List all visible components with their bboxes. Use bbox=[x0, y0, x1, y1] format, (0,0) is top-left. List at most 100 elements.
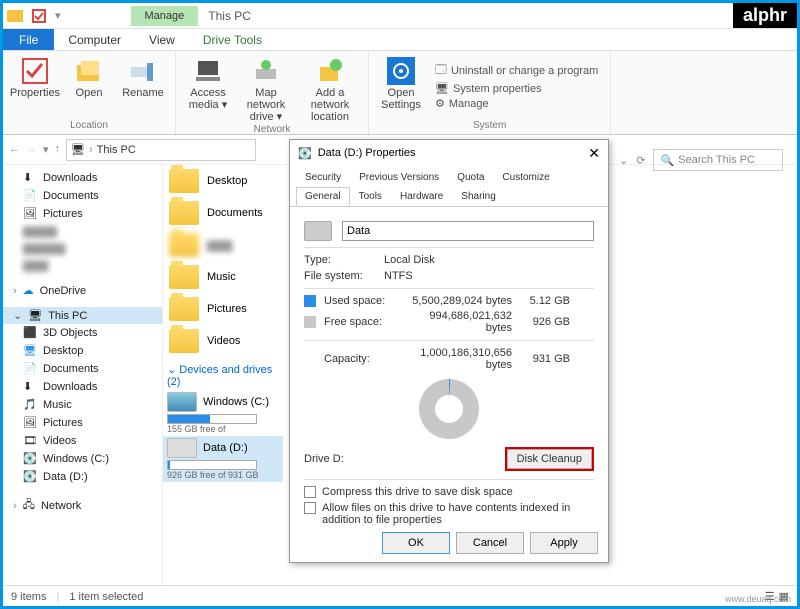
uninstall-label: Uninstall or change a program bbox=[451, 65, 598, 77]
folder-documents[interactable]: Documents bbox=[163, 197, 283, 229]
tab-general[interactable]: General bbox=[296, 187, 350, 206]
back-button[interactable]: ← bbox=[9, 143, 20, 156]
open-icon bbox=[75, 57, 103, 85]
capacity-label: Capacity: bbox=[324, 353, 394, 365]
ok-button[interactable]: OK bbox=[382, 532, 450, 554]
nav-pictures[interactable]: 🖼Pictures bbox=[3, 205, 162, 223]
cancel-button[interactable]: Cancel bbox=[456, 532, 524, 554]
nav-blurred-2[interactable]: ▇▇▇▇▇ bbox=[3, 240, 162, 257]
free-label: Free space: bbox=[324, 316, 394, 328]
folder-icon bbox=[169, 297, 199, 321]
tab-customize[interactable]: Customize bbox=[493, 168, 558, 187]
free-swatch bbox=[304, 316, 316, 328]
tab-file[interactable]: File bbox=[3, 29, 54, 50]
used-swatch bbox=[304, 295, 316, 307]
section-devices-drives[interactable]: ⌄ Devices and drives (2) bbox=[163, 357, 283, 390]
addr-dropdown-icon[interactable]: ⌄ bbox=[619, 154, 628, 167]
folder-videos-label: Videos bbox=[207, 335, 240, 347]
sysprops-label: System properties bbox=[453, 83, 542, 95]
nav-3d-objects[interactable]: ⬛3D Objects bbox=[3, 324, 162, 342]
forward-button[interactable]: → bbox=[26, 143, 37, 156]
address-bar[interactable]: 🖥 › This PC bbox=[66, 139, 256, 161]
folder-documents-label: Documents bbox=[207, 207, 263, 219]
fs-value: NTFS bbox=[384, 270, 413, 282]
drive-data-d[interactable]: Data (D:) 926 GB free of 931 GB bbox=[163, 436, 283, 482]
folder-desktop[interactable]: Desktop bbox=[163, 165, 283, 197]
nav-music[interactable]: 🎵Music bbox=[3, 396, 162, 414]
folder-icon bbox=[169, 169, 199, 193]
nav-blurred-3[interactable]: ▇▇▇ bbox=[3, 257, 162, 274]
drive-name-input[interactable] bbox=[342, 221, 594, 241]
folder-music[interactable]: Music bbox=[163, 261, 283, 293]
fs-label: File system: bbox=[304, 270, 374, 282]
desktop-icon: 🖥 bbox=[23, 344, 37, 358]
nav-downloads2[interactable]: ⬇Downloads bbox=[3, 378, 162, 396]
map-drive-button[interactable]: Map network drive ▾ bbox=[236, 53, 296, 123]
folder-icon bbox=[169, 329, 199, 353]
compress-checkbox[interactable] bbox=[304, 486, 316, 498]
nav-data-d[interactable]: 💽Data (D:) bbox=[3, 468, 162, 486]
up-button[interactable]: ↑ bbox=[55, 143, 61, 156]
index-checkbox[interactable] bbox=[304, 502, 316, 514]
properties-button[interactable]: Properties bbox=[9, 53, 61, 99]
tab-drive-tools[interactable]: Drive Tools bbox=[189, 29, 276, 50]
access-media-button[interactable]: Access media ▾ bbox=[182, 53, 234, 111]
network-icon: 🖧 bbox=[23, 496, 35, 515]
manage-button[interactable]: ⚙Manage bbox=[435, 97, 598, 110]
add-location-button[interactable]: Add a network location bbox=[298, 53, 362, 123]
used-label: Used space: bbox=[324, 295, 394, 307]
nav-desktop[interactable]: 🖥 Desktop bbox=[3, 342, 162, 360]
drive-windows-c[interactable]: Windows (C:) 155 GB free of bbox=[163, 390, 283, 436]
documents-icon: 📄 bbox=[23, 362, 37, 376]
tab-tools[interactable]: Tools bbox=[350, 187, 391, 206]
rename-button[interactable]: Rename bbox=[117, 53, 169, 99]
settings-icon bbox=[387, 57, 415, 85]
recent-dropdown[interactable]: ▾ bbox=[43, 143, 49, 156]
nav-desktop-label: Desktop bbox=[43, 345, 83, 357]
apply-button[interactable]: Apply bbox=[530, 532, 598, 554]
rename-label: Rename bbox=[122, 87, 164, 99]
capacity-human: 931 GB bbox=[520, 353, 570, 365]
tab-hardware[interactable]: Hardware bbox=[391, 187, 452, 206]
type-value: Local Disk bbox=[384, 254, 435, 266]
folder-blurred[interactable]: ▇▇▇ bbox=[163, 229, 283, 261]
drive-icon: 💽 bbox=[23, 452, 37, 466]
refresh-button[interactable]: ⟳ bbox=[636, 154, 645, 167]
dialog-close-button[interactable]: ✕ bbox=[588, 145, 600, 162]
nav-blurred-1[interactable]: ▇▇▇▇ bbox=[3, 223, 162, 240]
nav-network[interactable]: ›🖧Network bbox=[3, 494, 162, 517]
nav-onedrive[interactable]: ›☁OneDrive bbox=[3, 282, 162, 299]
system-properties-button[interactable]: 🖥System properties bbox=[435, 82, 598, 95]
uninstall-icon: 🗔 bbox=[435, 61, 447, 80]
properties-icon bbox=[21, 57, 49, 85]
disk-cleanup-button[interactable]: Disk Cleanup bbox=[505, 447, 594, 471]
open-button[interactable]: Open bbox=[63, 53, 115, 99]
folder-videos[interactable]: Videos bbox=[163, 325, 283, 357]
nav-documents[interactable]: 📄Documents bbox=[3, 187, 162, 205]
qat-properties-icon[interactable] bbox=[31, 8, 47, 24]
qat-dropdown-icon[interactable]: ▾ bbox=[55, 9, 61, 22]
pc-icon: 🖥 bbox=[71, 143, 85, 156]
nav-pictures2[interactable]: 🖼Pictures bbox=[3, 414, 162, 432]
drive-d-sub: 926 GB free of 931 GB bbox=[167, 470, 279, 480]
nav-documents2[interactable]: 📄Documents bbox=[3, 360, 162, 378]
tab-previous-versions[interactable]: Previous Versions bbox=[350, 168, 448, 187]
tab-security[interactable]: Security bbox=[296, 168, 350, 187]
nav-this-pc[interactable]: ⌄🖥This PC bbox=[3, 307, 162, 324]
contextual-tab-manage[interactable]: Manage bbox=[131, 6, 199, 26]
tab-quota[interactable]: Quota bbox=[448, 168, 493, 187]
nav-downloads[interactable]: ⬇Downloads bbox=[3, 169, 162, 187]
uninstall-button[interactable]: 🗔 Uninstall or change a program bbox=[435, 61, 598, 80]
tab-view[interactable]: View bbox=[135, 29, 189, 50]
nav-videos[interactable]: 🎞Videos bbox=[3, 432, 162, 450]
search-input[interactable]: 🔍 Search This PC bbox=[653, 149, 783, 171]
open-settings-button[interactable]: Open Settings bbox=[375, 53, 427, 111]
folder-pictures[interactable]: Pictures bbox=[163, 293, 283, 325]
objects3d-icon: ⬛ bbox=[23, 326, 37, 340]
tab-computer[interactable]: Computer bbox=[54, 29, 135, 50]
nav-windows-c[interactable]: 💽Windows (C:) bbox=[3, 450, 162, 468]
tab-sharing[interactable]: Sharing bbox=[452, 187, 504, 206]
nav-documents-label: Documents bbox=[43, 190, 99, 202]
nav-network-label: Network bbox=[41, 500, 81, 512]
group-location-label: Location bbox=[70, 119, 108, 132]
